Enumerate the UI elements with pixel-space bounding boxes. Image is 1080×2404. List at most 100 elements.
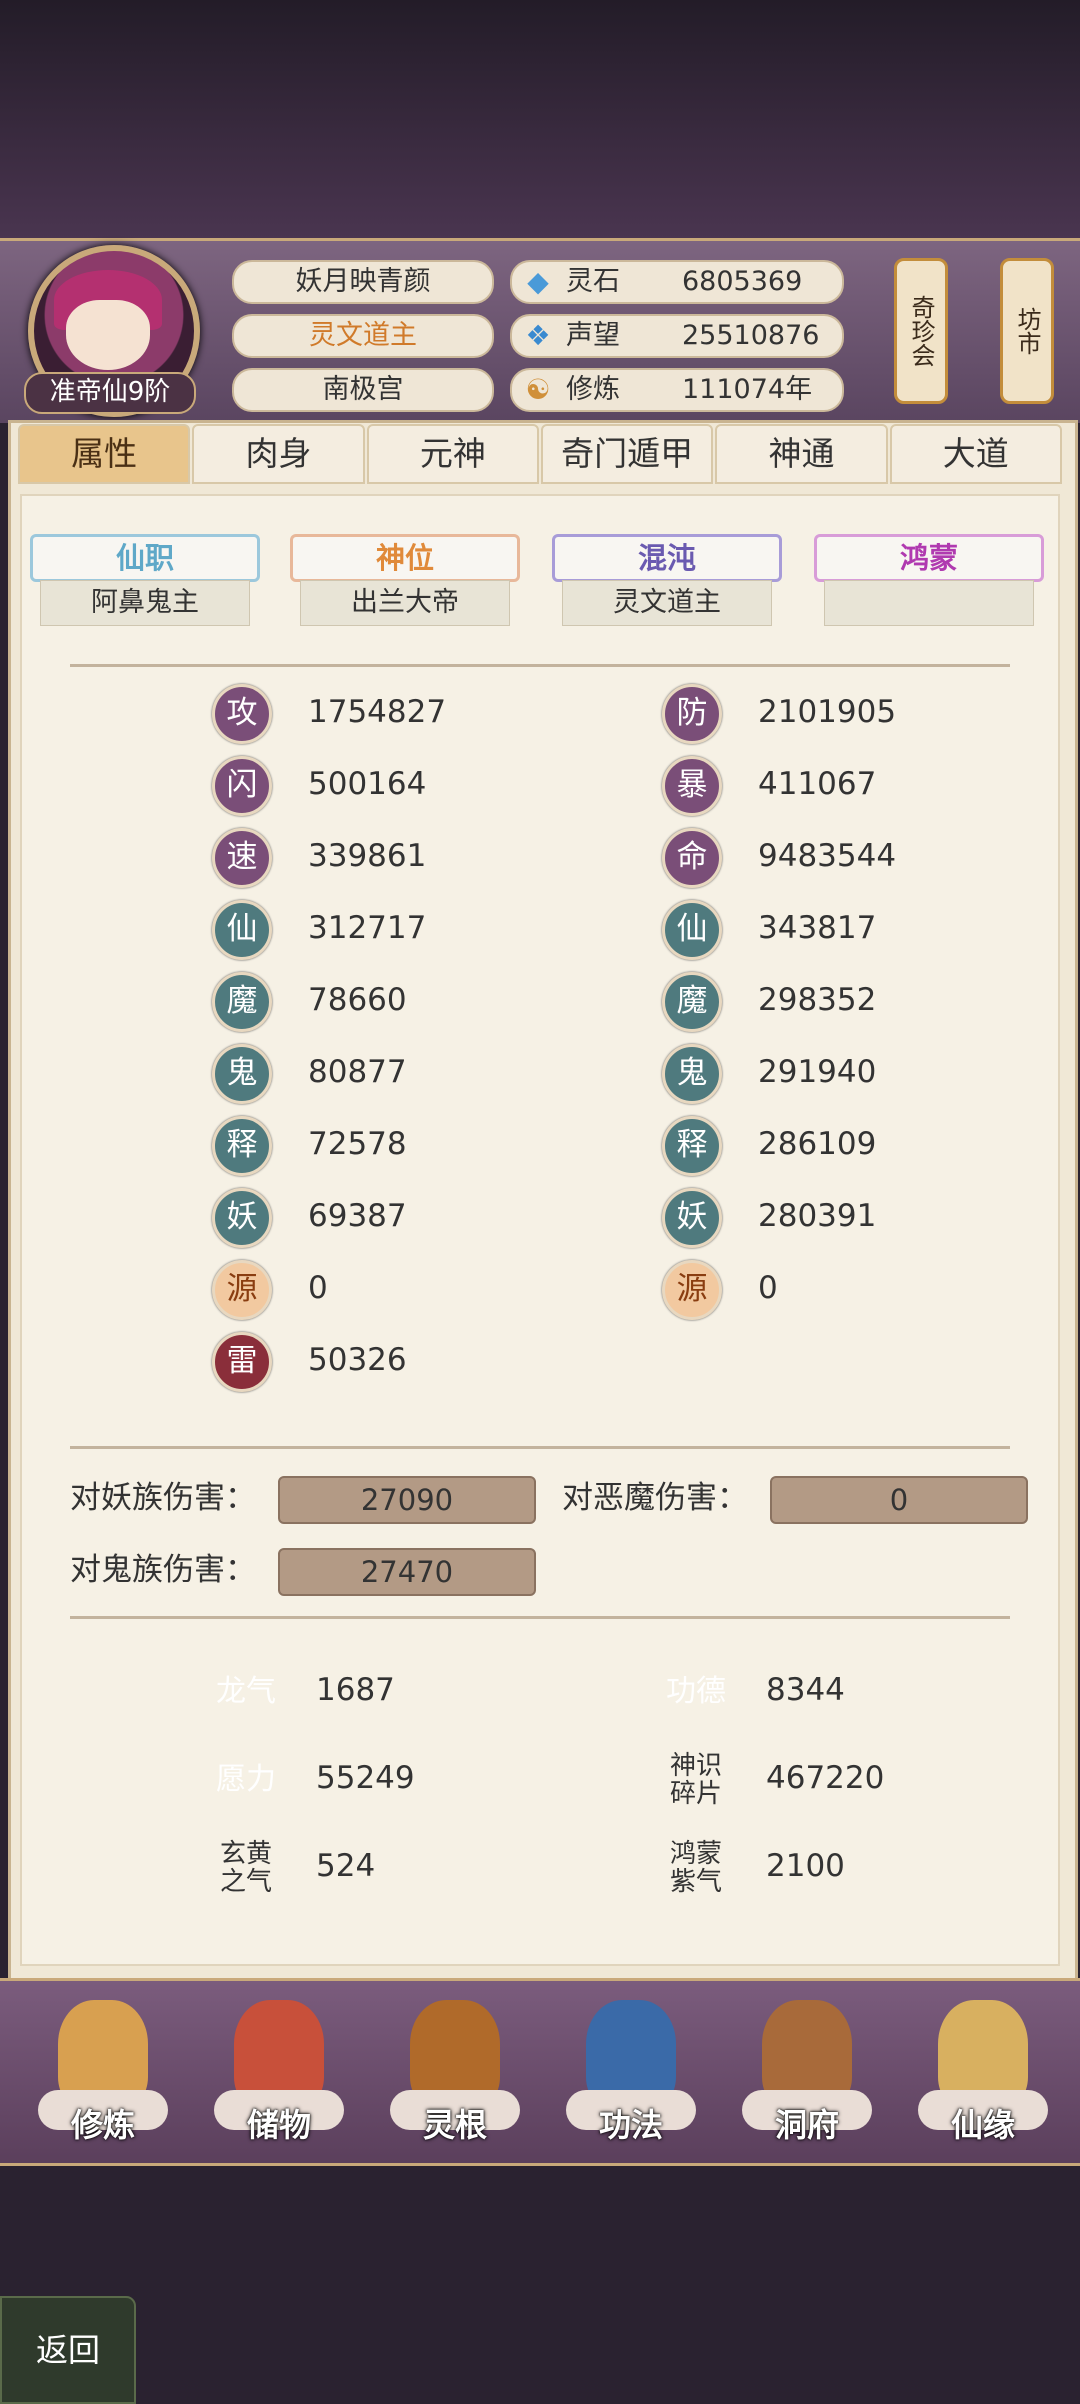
stat-left-3-value: 312717 xyxy=(308,910,427,946)
title-value-hundun: 灵文道主 xyxy=(562,580,772,626)
damage-vs-demon-label: 对恶魔伤害： xyxy=(562,1480,748,1516)
divider xyxy=(70,1616,1010,1619)
damage-vs-yao-label: 对妖族伤害： xyxy=(70,1480,256,1516)
nav-item-label: 仙缘 xyxy=(950,2106,1015,2144)
stat-left-7-value: 69387 xyxy=(308,1198,407,1234)
stat-right-8-icon: 源 xyxy=(662,1260,722,1320)
stat-right-2-value: 9483544 xyxy=(758,838,897,874)
reputation-icon: ❖ xyxy=(525,319,551,352)
nav-item-label: 灵根 xyxy=(422,2106,487,2144)
damage-vs-yao-value: 27090 xyxy=(278,1476,536,1524)
misc-value-4: 524 xyxy=(316,1848,376,1884)
nav-item-label: 储物 xyxy=(246,2106,311,2144)
stat-right-7-value: 280391 xyxy=(758,1198,877,1234)
player-sect: 南极宫 xyxy=(232,368,494,412)
nav-item-1[interactable]: 储物 xyxy=(214,2000,344,2150)
title-tag-hongmeng[interactable]: 鸿蒙 xyxy=(814,534,1044,582)
title-tag-xianzhi[interactable]: 仙职 xyxy=(30,534,260,582)
misc-icon-3: 神识碎片 xyxy=(669,1751,722,1809)
misc-icon-4: 玄黄之气 xyxy=(219,1839,272,1897)
tab-attributes[interactable]: 属性 xyxy=(18,424,191,484)
tab-bar: 属性 肉身 元神 奇门遁甲 神通 大道 xyxy=(18,424,1062,484)
cultivation-icon: ☯ xyxy=(525,373,551,406)
tab-dadao[interactable]: 大道 xyxy=(889,424,1062,484)
top-bar xyxy=(0,0,1080,240)
tab-body[interactable]: 肉身 xyxy=(192,424,365,484)
stat-left-1-icon: 闪 xyxy=(212,756,272,816)
stat-right-5-icon: 鬼 xyxy=(662,1044,722,1104)
stat-left-5-icon: 鬼 xyxy=(212,1044,272,1104)
stat-right-1-icon: 暴 xyxy=(662,756,722,816)
player-name: 妖月映青颜 xyxy=(232,260,494,304)
misc-icon-2: 愿力 xyxy=(212,1748,280,1812)
misc-value-2: 55249 xyxy=(316,1760,415,1796)
stat-right-3-icon: 仙 xyxy=(662,900,722,960)
misc-value-3: 467220 xyxy=(766,1760,885,1796)
damage-vs-ghost-label: 对鬼族伤害： xyxy=(70,1552,256,1588)
misc-icon-1: 功德 xyxy=(662,1660,730,1724)
misc-icon-5: 鸿蒙紫气 xyxy=(669,1839,722,1897)
stat-left-0-icon: 攻 xyxy=(212,684,272,744)
stat-right-6-icon: 释 xyxy=(662,1116,722,1176)
resource-reputation: ❖ 声望 25510876 xyxy=(510,314,844,358)
nav-item-0[interactable]: 修炼 xyxy=(38,2000,168,2150)
tab-spirit[interactable]: 元神 xyxy=(366,424,539,484)
damage-vs-demon-value: 0 xyxy=(770,1476,1028,1524)
stat-left-7-icon: 妖 xyxy=(212,1188,272,1248)
stat-right-0-value: 2101905 xyxy=(758,694,897,730)
divider xyxy=(70,1446,1010,1449)
tab-qimen[interactable]: 奇门遁甲 xyxy=(540,424,714,484)
resource-spirit-stone: ◆ 灵石 6805369 xyxy=(510,260,844,304)
nav-item-2[interactable]: 灵根 xyxy=(390,2000,520,2150)
stat-right-7-icon: 妖 xyxy=(662,1188,722,1248)
stat-left-8-icon: 源 xyxy=(212,1260,272,1320)
stat-right-4-value: 298352 xyxy=(758,982,877,1018)
stat-left-8-value: 0 xyxy=(308,1270,328,1306)
stat-right-8-value: 0 xyxy=(758,1270,778,1306)
misc-value-0: 1687 xyxy=(316,1672,395,1708)
stat-left-9-icon: 雷 xyxy=(212,1332,272,1392)
market-button[interactable]: 坊市 xyxy=(1000,258,1054,404)
title-tag-shenwei[interactable]: 神位 xyxy=(290,534,520,582)
tab-shentong[interactable]: 神通 xyxy=(715,424,888,484)
stat-left-4-icon: 魔 xyxy=(212,972,272,1032)
divider xyxy=(70,664,1010,667)
avatar-face xyxy=(66,300,150,370)
rank-badge: 准帝仙9阶 xyxy=(24,372,196,414)
treasure-fair-button[interactable]: 奇珍会 xyxy=(894,258,948,404)
stat-left-1-value: 500164 xyxy=(308,766,427,802)
misc-icon-0: 龙气 xyxy=(212,1660,280,1724)
nav-item-label: 修炼 xyxy=(70,2106,135,2144)
stat-left-2-icon: 速 xyxy=(212,828,272,888)
resource-cultivation: ☯ 修炼 111074年 xyxy=(510,368,844,412)
title-value-xianzhi: 阿鼻鬼主 xyxy=(40,580,250,626)
stat-left-9-value: 50326 xyxy=(308,1342,407,1378)
stat-right-5-value: 291940 xyxy=(758,1054,877,1090)
damage-vs-ghost-value: 27470 xyxy=(278,1548,536,1596)
stat-left-0-value: 1754827 xyxy=(308,694,447,730)
stat-left-3-icon: 仙 xyxy=(212,900,272,960)
misc-value-1: 8344 xyxy=(766,1672,845,1708)
stat-left-2-value: 339861 xyxy=(308,838,427,874)
stat-left-6-icon: 释 xyxy=(212,1116,272,1176)
back-button[interactable]: 返回 xyxy=(0,2296,136,2404)
nav-item-label: 功法 xyxy=(598,2106,663,2144)
nav-item-3[interactable]: 功法 xyxy=(566,2000,696,2150)
stat-right-6-value: 286109 xyxy=(758,1126,877,1162)
stat-left-4-value: 78660 xyxy=(308,982,407,1018)
nav-item-label: 洞府 xyxy=(774,2106,839,2144)
spirit-stone-icon: ◆ xyxy=(527,265,549,298)
title-value-shenwei: 出兰大帝 xyxy=(300,580,510,626)
stat-left-6-value: 72578 xyxy=(308,1126,407,1162)
title-value-hongmeng xyxy=(824,580,1034,626)
player-title[interactable]: 灵文道主 xyxy=(232,314,494,358)
stat-right-4-icon: 魔 xyxy=(662,972,722,1032)
stat-right-2-icon: 命 xyxy=(662,828,722,888)
title-tag-hundun[interactable]: 混沌 xyxy=(552,534,782,582)
nav-item-5[interactable]: 仙缘 xyxy=(918,2000,1048,2150)
attributes-panel xyxy=(20,494,1060,1966)
nav-item-4[interactable]: 洞府 xyxy=(742,2000,872,2150)
stat-right-0-icon: 防 xyxy=(662,684,722,744)
misc-value-5: 2100 xyxy=(766,1848,845,1884)
stat-right-1-value: 411067 xyxy=(758,766,877,802)
